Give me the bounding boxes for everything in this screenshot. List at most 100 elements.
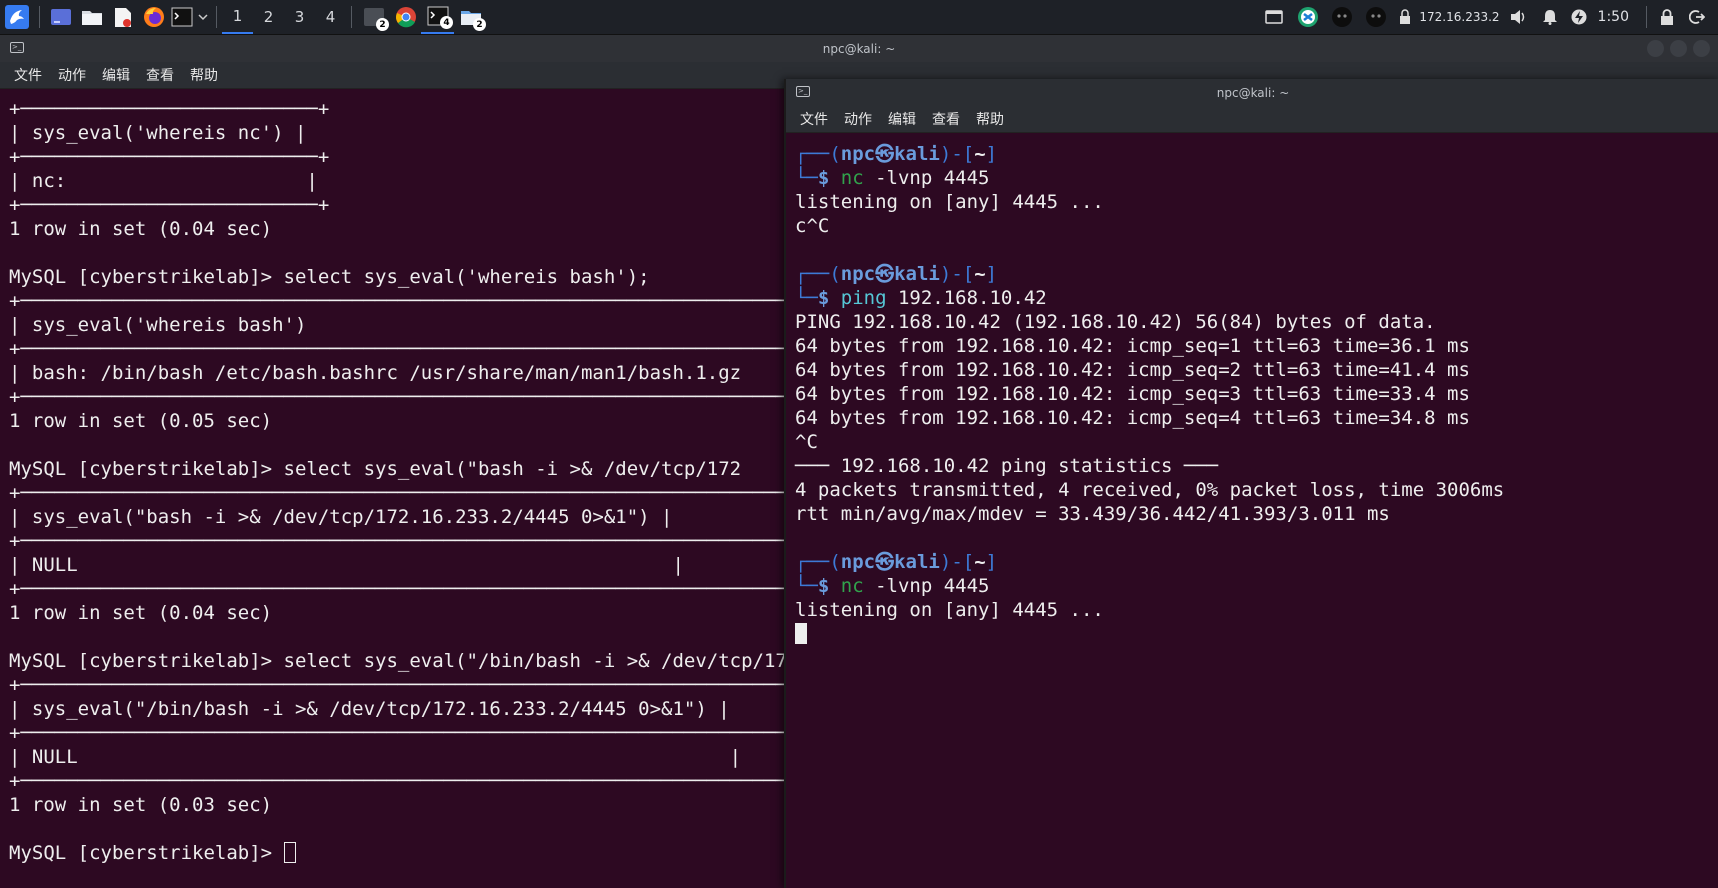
command-name: ping <box>840 287 887 309</box>
folder-icon <box>81 11 102 25</box>
chevron-down-icon <box>198 14 208 21</box>
show-desktop-button[interactable] <box>45 0 76 34</box>
command-line: └─$ nc -lvnp 4445 <box>795 575 990 597</box>
terminal-icon: >_ <box>796 86 810 97</box>
menu-view[interactable]: 查看 <box>138 65 182 85</box>
command-args: 192.168.10.42 <box>886 287 1047 309</box>
chromium-icon <box>395 7 416 28</box>
menu-file[interactable]: 文件 <box>792 109 836 129</box>
notifications-button[interactable] <box>1534 0 1566 34</box>
vpn-icon <box>1298 7 1319 27</box>
mask-icon <box>1366 7 1387 27</box>
power-profile-button[interactable] <box>1566 0 1592 34</box>
tray-app-button[interactable] <box>1325 0 1359 34</box>
terminal-dropdown-button[interactable] <box>195 0 211 34</box>
workspace-1[interactable]: 1 <box>222 0 253 34</box>
workspace-2[interactable]: 2 <box>253 0 284 34</box>
task-count-badge: 2 <box>376 18 389 31</box>
menu-actions[interactable]: 动作 <box>836 109 880 129</box>
terminal-line: 64 bytes from 192.168.10.42: icmp_seq=1 … <box>795 335 1470 357</box>
close-button[interactable] <box>1693 40 1710 57</box>
task-count-badge: 2 <box>473 18 486 31</box>
terminal-line: 64 bytes from 192.168.10.42: icmp_seq=2 … <box>795 359 1470 381</box>
desktop-icon <box>50 9 71 25</box>
terminal-line: 4 packets transmitted, 4 received, 0% pa… <box>795 479 1505 501</box>
terminal-line: c^C <box>795 215 830 237</box>
prompt-header: ┌──(npc㉿kali)-[~] <box>795 551 998 573</box>
task-terminals[interactable]: 4 <box>421 0 454 34</box>
file-manager-button[interactable] <box>76 0 107 34</box>
firefox-icon <box>143 7 164 27</box>
logout-icon <box>1689 10 1705 24</box>
terminal-output[interactable]: ┌──(npc㉿kali)-[~] └─$ nc -lvnp 4445 listen… <box>786 133 1718 646</box>
taskbar-separator <box>351 6 352 28</box>
terminal-icon <box>171 7 193 27</box>
terminal-launcher-button[interactable] <box>169 0 195 34</box>
prompt-header: ┌──(npc㉿kali)-[~] <box>795 263 998 285</box>
task-chromium[interactable] <box>390 0 421 34</box>
terminal-line: 64 bytes from 192.168.10.42: icmp_seq=3 … <box>795 383 1470 405</box>
cursor-line <box>795 622 1718 646</box>
network-lock-icon <box>1400 9 1411 24</box>
minimize-button[interactable] <box>1647 40 1664 57</box>
workspace-4[interactable]: 4 <box>315 0 346 34</box>
terminal-line: ─── 192.168.10.42 ping statistics ─── <box>795 455 1219 477</box>
kali-menu-button[interactable] <box>0 0 34 34</box>
command-name: nc <box>840 167 864 189</box>
prompt-header: ┌──(npc㉿kali)-[~] <box>795 143 998 165</box>
text-cursor <box>795 623 807 644</box>
menu-help[interactable]: 帮助 <box>182 65 226 85</box>
terminal-line: listening on [any] 4445 ... <box>795 191 1104 213</box>
vpn-tray-button[interactable] <box>1291 0 1325 34</box>
workspace-3[interactable]: 3 <box>284 0 315 34</box>
menu-help[interactable]: 帮助 <box>968 109 1012 129</box>
task-file-manager[interactable]: 2 <box>454 0 487 34</box>
terminal-line: rtt min/avg/max/mdev = 33.439/36.442/41.… <box>795 503 1390 525</box>
monitor-tray-button[interactable] <box>1257 0 1291 34</box>
firefox-button[interactable] <box>138 0 169 34</box>
terminal-icon: >_ <box>10 42 24 53</box>
taskbar-separator <box>1646 6 1647 28</box>
terminal-line: ^C <box>795 431 818 453</box>
text-editor-icon <box>114 7 131 27</box>
window-title: npc@kali: ~ <box>1216 85 1290 100</box>
command-args: -lvnp 4445 <box>863 575 990 597</box>
menu-actions[interactable]: 动作 <box>50 65 94 85</box>
menu-edit[interactable]: 编辑 <box>880 109 924 129</box>
volume-button[interactable] <box>1504 0 1534 34</box>
logout-button[interactable] <box>1682 0 1712 34</box>
monitor-icon <box>1265 10 1284 24</box>
text-editor-button[interactable] <box>107 0 138 34</box>
clock[interactable]: 1:50 <box>1592 9 1641 25</box>
titlebar[interactable]: >_ npc@kali: ~ <box>0 35 1718 62</box>
menu-edit[interactable]: 编辑 <box>94 65 138 85</box>
window-controls <box>1647 40 1710 57</box>
network-tray-button[interactable] <box>1393 0 1417 34</box>
titlebar[interactable]: >_ npc@kali: ~ <box>786 79 1718 106</box>
command-args: -lvnp 4445 <box>863 167 990 189</box>
speaker-icon <box>1510 10 1524 24</box>
taskbar: 1 2 3 4 2 4 2 172.16.233.2 1:50 <box>0 0 1718 35</box>
lock-icon <box>1661 9 1673 25</box>
kali-dragon-icon <box>5 5 29 29</box>
bell-icon <box>1542 10 1557 25</box>
task-count-badge: 4 <box>440 16 453 29</box>
menu-file[interactable]: 文件 <box>6 65 50 85</box>
command-name: nc <box>840 575 864 597</box>
ip-address: 172.16.233.2 <box>1419 10 1500 24</box>
power-bolt-icon <box>1571 9 1587 25</box>
task-group-windows[interactable]: 2 <box>357 0 390 34</box>
command-line: └─$ ping 192.168.10.42 <box>795 287 1047 309</box>
lock-screen-button[interactable] <box>1652 0 1682 34</box>
terminal-line: listening on [any] 4445 ... <box>795 599 1104 621</box>
menu-view[interactable]: 查看 <box>924 109 968 129</box>
command-line: └─$ nc -lvnp 4445 <box>795 167 990 189</box>
terminal-window-right: >_ npc@kali: ~ 文件 动作 编辑 查看 帮助 ┌──(npc㉿ka… <box>784 79 1718 888</box>
maximize-button[interactable] <box>1670 40 1687 57</box>
window-title: npc@kali: ~ <box>822 41 896 56</box>
text-cursor <box>283 842 296 863</box>
terminal-line: 64 bytes from 192.168.10.42: icmp_seq=4 … <box>795 407 1470 429</box>
tray-app-button[interactable] <box>1359 0 1393 34</box>
